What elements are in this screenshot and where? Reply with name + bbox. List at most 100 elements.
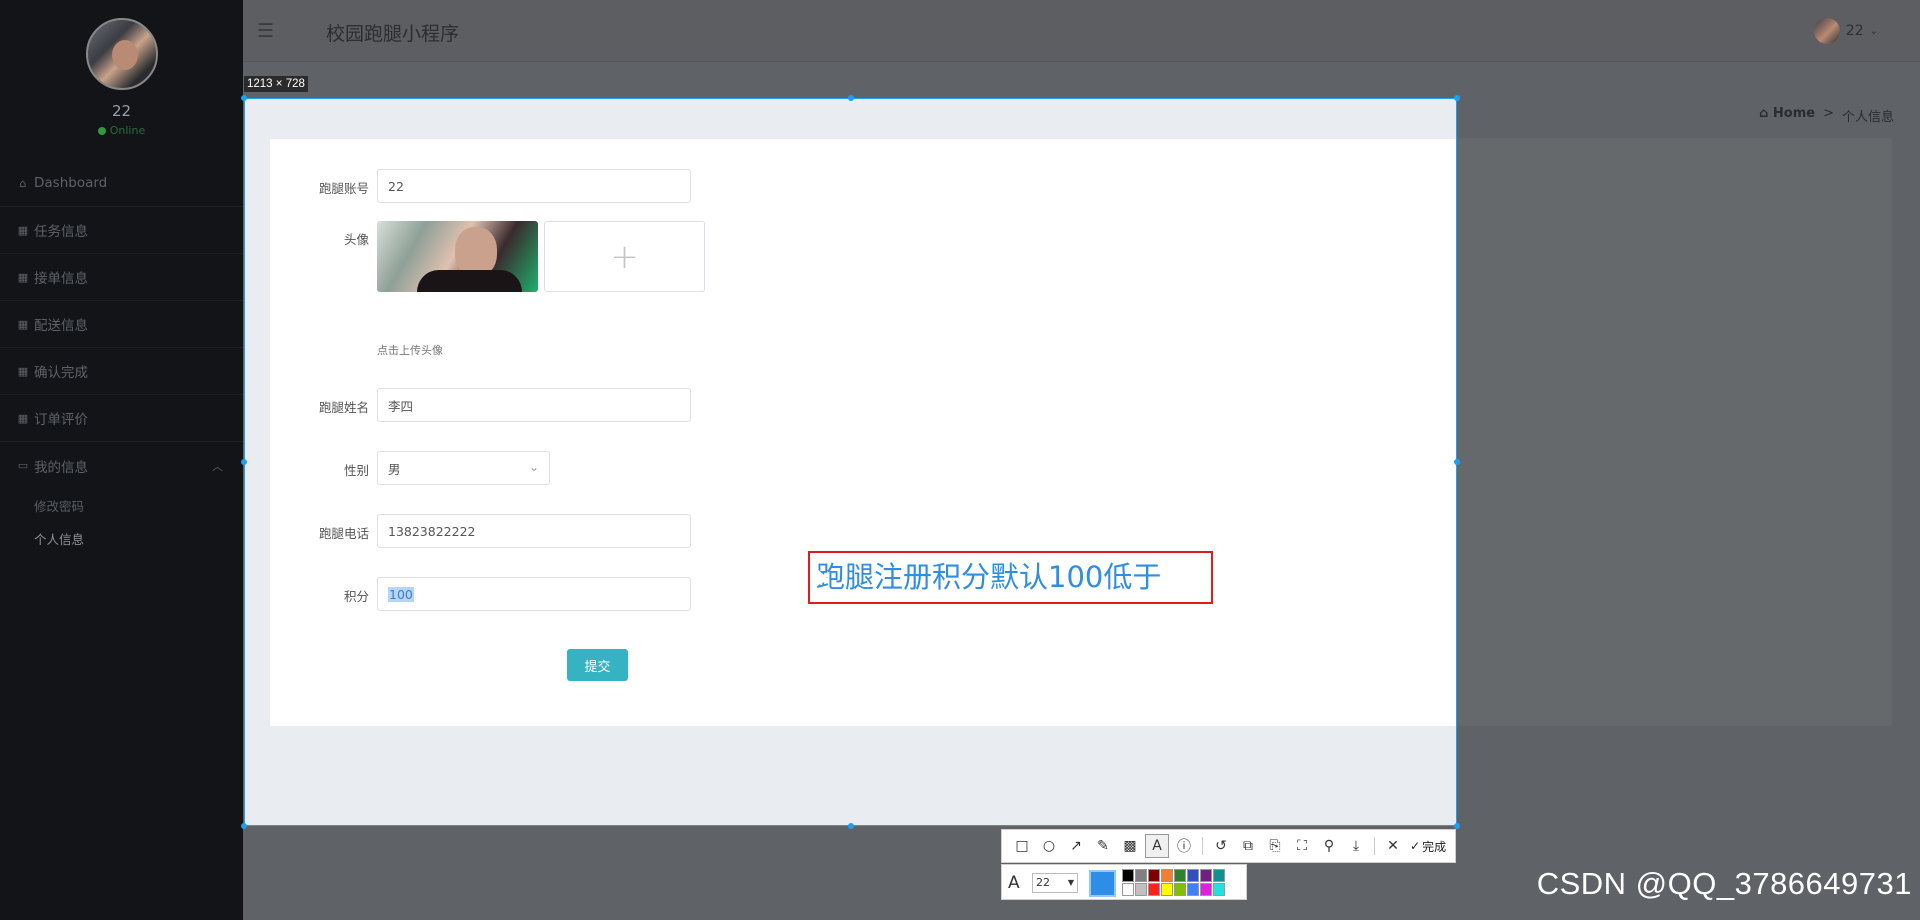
name-label: 跑腿姓名 bbox=[318, 400, 369, 415]
account-field[interactable]: 22 bbox=[377, 169, 691, 203]
sidebar-item-orders[interactable]: ▦ 接单信息 bbox=[0, 254, 243, 301]
capture-region[interactable]: 跑腿账号 22 头像 + 点击上传头像 跑腿姓名 李四 性别 男 ⌄ 跑腿电话 … bbox=[244, 98, 1457, 826]
status-text: Online bbox=[109, 124, 146, 137]
color-swatch[interactable] bbox=[1200, 869, 1212, 882]
breadcrumb-separator: > bbox=[1823, 106, 1834, 121]
current-color-swatch[interactable] bbox=[1089, 870, 1116, 897]
resize-handle[interactable] bbox=[241, 95, 247, 101]
sidebar-item-label: 配送信息 bbox=[34, 318, 88, 334]
card-icon: ▭ bbox=[17, 459, 29, 472]
sidebar-item-label: 任务信息 bbox=[34, 224, 88, 240]
status-badge: Online bbox=[0, 124, 243, 137]
grid-icon: ▦ bbox=[17, 223, 29, 237]
grid-icon: ▦ bbox=[17, 411, 29, 425]
profile-name: 22 bbox=[111, 102, 132, 120]
plus-icon: + bbox=[610, 236, 639, 277]
color-swatch[interactable] bbox=[1122, 883, 1134, 896]
sidebar-item-delivery[interactable]: ▦ 配送信息 bbox=[0, 301, 243, 348]
submit-button[interactable]: 提交 bbox=[567, 649, 628, 681]
screenshot-toolbar: □ ○ ↗ ✎ ▩ A ⓘ ↺ ⧉ ⎘ ⛶ ⚲ ⤓ ✕ ✓ 完成 bbox=[1001, 829, 1456, 863]
color-swatch[interactable] bbox=[1148, 883, 1160, 896]
done-button[interactable]: ✓ 完成 bbox=[1410, 838, 1446, 855]
color-swatch[interactable] bbox=[1148, 869, 1160, 882]
sidebar-item-reviews[interactable]: ▦ 订单评价 bbox=[0, 395, 243, 442]
translate-icon[interactable]: ⎘ bbox=[1263, 834, 1287, 858]
phone-field[interactable]: 13823822222 bbox=[377, 514, 691, 548]
watermark: CSDN @QQ_3786649731 bbox=[1536, 866, 1912, 901]
color-swatch[interactable] bbox=[1213, 883, 1225, 896]
color-palette bbox=[1122, 869, 1225, 896]
pencil-tool-icon[interactable]: ✎ bbox=[1091, 834, 1115, 858]
resize-handle[interactable] bbox=[848, 95, 854, 101]
color-swatch[interactable] bbox=[1174, 883, 1186, 896]
toolbar-divider bbox=[1374, 837, 1375, 855]
color-swatch[interactable] bbox=[1122, 869, 1134, 882]
profile: 22 Online bbox=[0, 0, 243, 160]
arrow-tool-icon[interactable]: ↗ bbox=[1064, 834, 1088, 858]
resize-handle[interactable] bbox=[1454, 459, 1460, 465]
sidebar-subitem-change-password[interactable]: 修改密码 bbox=[0, 489, 243, 522]
color-swatch[interactable] bbox=[1187, 869, 1199, 882]
points-field[interactable]: 100 bbox=[377, 577, 691, 611]
toolbar-divider bbox=[1202, 837, 1203, 855]
download-icon[interactable]: ⤓ bbox=[1344, 834, 1368, 858]
color-swatch[interactable] bbox=[1161, 883, 1173, 896]
color-swatch[interactable] bbox=[1174, 869, 1186, 882]
points-value: 100 bbox=[388, 586, 414, 602]
chevron-down-icon: ⌄ bbox=[528, 460, 539, 474]
sidebar-item-my-info[interactable]: ▭ 我的信息 ︿ bbox=[0, 442, 243, 489]
sidebar-item-dashboard[interactable]: ⌂ Dashboard bbox=[0, 160, 243, 207]
home-icon: ⌂ bbox=[1759, 106, 1769, 121]
home-icon: ⌂ bbox=[19, 176, 27, 190]
chevron-up-icon: ︿ bbox=[212, 459, 223, 473]
color-swatch[interactable] bbox=[1213, 869, 1225, 882]
rectangle-tool-icon[interactable]: □ bbox=[1010, 834, 1034, 858]
resize-handle[interactable] bbox=[1454, 95, 1460, 101]
close-icon[interactable]: ✕ bbox=[1381, 834, 1405, 858]
phone-value: 13823822222 bbox=[388, 523, 476, 539]
font-icon: A bbox=[1008, 873, 1020, 893]
gender-label: 性别 bbox=[343, 463, 369, 478]
sidebar-item-confirm[interactable]: ▦ 确认完成 bbox=[0, 348, 243, 395]
avatar-preview-image[interactable] bbox=[377, 221, 538, 292]
sidebar-item-label: Dashboard bbox=[34, 175, 108, 191]
color-swatch[interactable] bbox=[1161, 869, 1173, 882]
long-screenshot-icon[interactable]: ⛶ bbox=[1290, 834, 1314, 858]
color-swatch[interactable] bbox=[1135, 869, 1147, 882]
sidebar-item-tasks[interactable]: ▦ 任务信息 bbox=[0, 207, 243, 254]
pin-icon[interactable]: ⚲ bbox=[1317, 834, 1341, 858]
number-tool-icon[interactable]: ⓘ bbox=[1172, 834, 1196, 858]
user-menu[interactable]: 22 ⌄ bbox=[1813, 18, 1878, 44]
name-value: 李四 bbox=[388, 398, 414, 414]
resize-handle[interactable] bbox=[241, 459, 247, 465]
color-swatch[interactable] bbox=[1135, 883, 1147, 896]
ocr-icon[interactable]: ⧉ bbox=[1236, 834, 1260, 858]
avatar-label: 头像 bbox=[343, 232, 369, 247]
sidebar-subitem-profile[interactable]: 个人信息 bbox=[0, 522, 243, 555]
name-field[interactable]: 李四 bbox=[377, 388, 691, 422]
mosaic-tool-icon[interactable]: ▩ bbox=[1118, 834, 1142, 858]
points-label: 积分 bbox=[343, 589, 369, 604]
account-value: 22 bbox=[388, 178, 404, 194]
color-swatch[interactable] bbox=[1187, 883, 1199, 896]
check-icon: ✓ bbox=[1410, 839, 1421, 853]
app-title: 校园跑腿小程序 bbox=[326, 23, 460, 45]
account-label: 跑腿账号 bbox=[318, 181, 369, 196]
sidebar: 22 Online ⌂ Dashboard ▦ 任务信息 ▦ 接单信息 ▦ 配送… bbox=[0, 0, 243, 920]
breadcrumb-current: 个人信息 bbox=[1841, 110, 1894, 125]
color-swatch[interactable] bbox=[1200, 883, 1212, 896]
avatar bbox=[1813, 18, 1840, 44]
font-size-select[interactable]: 22 bbox=[1032, 873, 1078, 893]
ellipse-tool-icon[interactable]: ○ bbox=[1037, 834, 1061, 858]
gender-select[interactable]: 男 ⌄ bbox=[377, 451, 550, 485]
resize-handle[interactable] bbox=[241, 823, 247, 829]
breadcrumb-home[interactable]: ⌂ Home bbox=[1759, 106, 1815, 125]
user-name: 22 bbox=[1845, 23, 1864, 39]
annotation-text-box[interactable]: 跑腿注册积分默认100低于 bbox=[808, 551, 1213, 604]
upload-add-button[interactable]: + bbox=[544, 221, 705, 292]
resize-handle[interactable] bbox=[848, 823, 854, 829]
text-tool-icon[interactable]: A bbox=[1145, 834, 1169, 858]
undo-icon[interactable]: ↺ bbox=[1209, 834, 1233, 858]
menu-toggle-icon[interactable]: ☰ bbox=[257, 20, 274, 42]
capture-size-label: 1213 × 728 bbox=[244, 76, 308, 92]
